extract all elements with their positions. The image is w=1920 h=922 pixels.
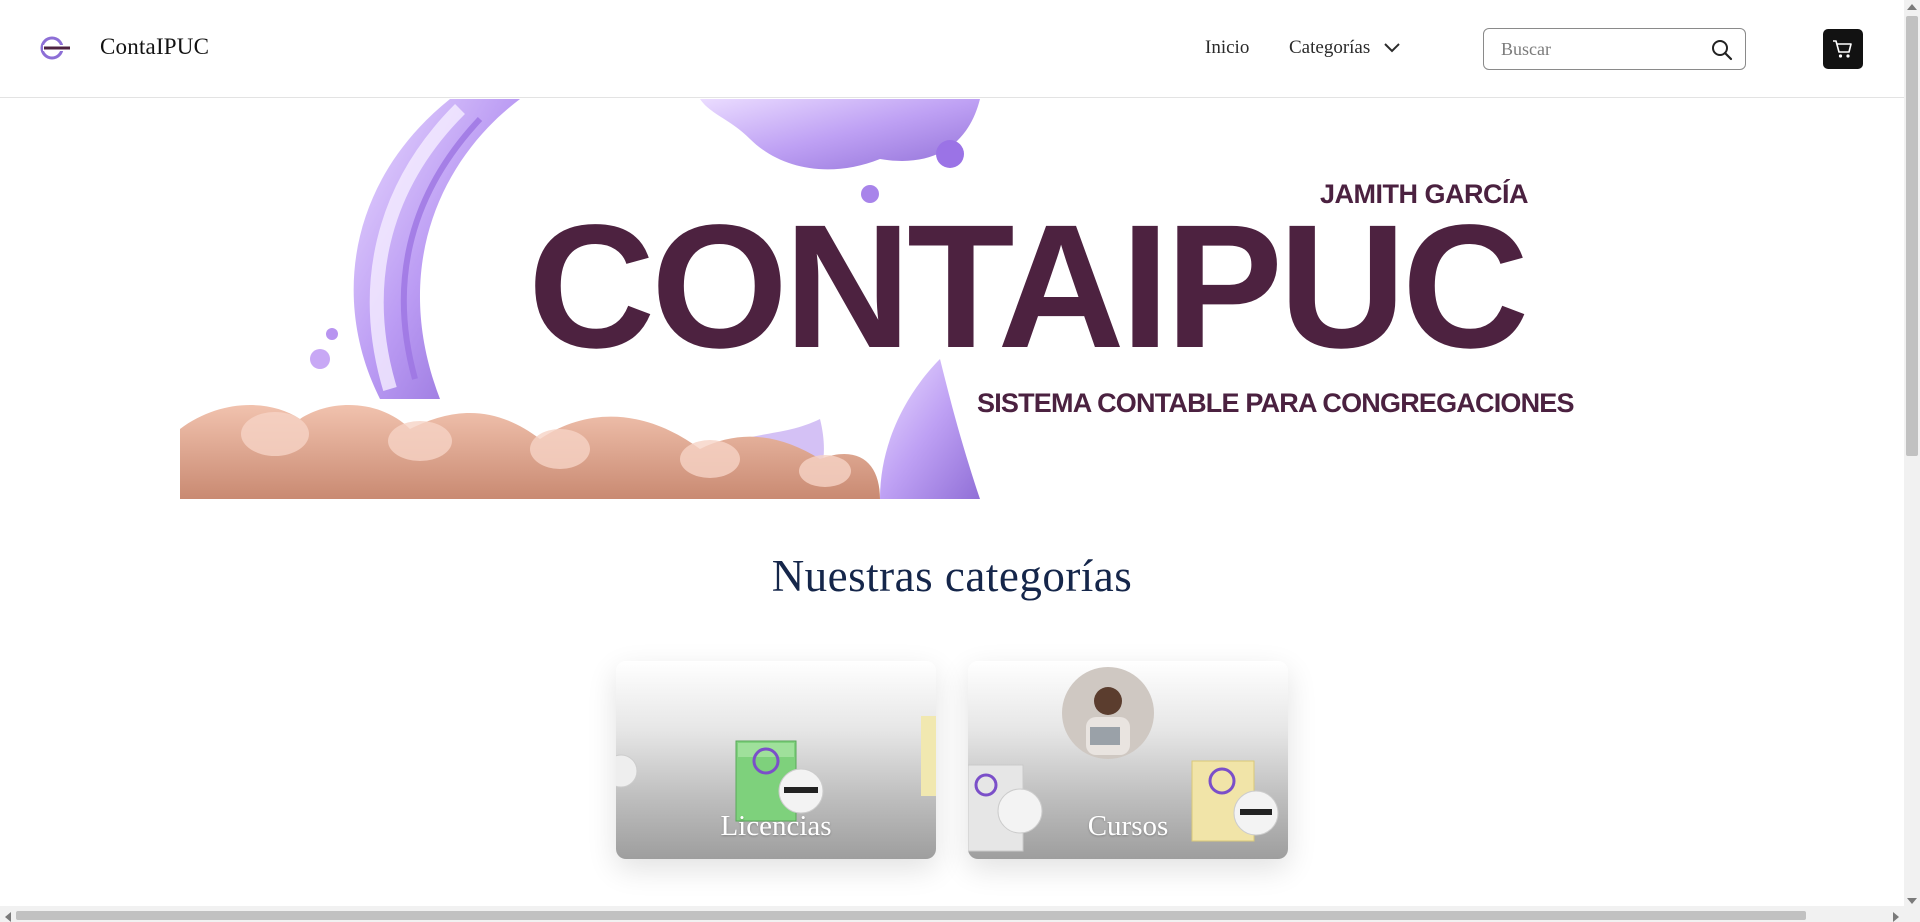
nav-inicio-link[interactable]: Inicio (1205, 37, 1249, 59)
chevron-down-icon (1384, 43, 1400, 53)
nav-categorias-label: Categorías (1289, 37, 1371, 58)
scroll-up-arrow-icon[interactable] (1907, 4, 1917, 10)
category-card-licencias[interactable]: Licencias (616, 661, 936, 859)
category-label-cursos: Cursos (1087, 810, 1169, 842)
search-icon[interactable] (1711, 39, 1733, 61)
hero-title: CONTAIPUC (528, 189, 1529, 385)
scroll-left-arrow-icon[interactable] (5, 912, 11, 922)
vertical-scrollbar-thumb[interactable] (1906, 16, 1918, 456)
shopping-cart-icon (1833, 40, 1852, 58)
cart-button[interactable] (1823, 29, 1863, 69)
category-card-cursos[interactable]: Cursos (968, 661, 1288, 859)
horizontal-scrollbar-thumb[interactable] (16, 911, 1806, 920)
contaipuc-logo-icon[interactable] (40, 36, 72, 60)
search-box (1483, 28, 1746, 70)
hero-subtitle: SISTEMA CONTABLE PARA CONGREGACIONES (977, 388, 1575, 418)
scroll-down-arrow-icon[interactable] (1907, 898, 1917, 904)
hero-banner: JAMITH GARCÍA CONTAIPUC SISTEMA CONTABLE… (180, 99, 1580, 499)
categories-heading: Nuestras categorías (771, 551, 1133, 601)
nav-categorias-dropdown[interactable]: Categorías (1289, 37, 1400, 59)
brand-name[interactable]: ContaIPUC (100, 34, 209, 60)
scroll-right-arrow-icon[interactable] (1893, 912, 1899, 922)
category-label-licencias: Licencias (720, 810, 832, 842)
site-header: ContaIPUC Inicio Categorías (0, 0, 1904, 98)
search-input[interactable] (1485, 30, 1700, 68)
